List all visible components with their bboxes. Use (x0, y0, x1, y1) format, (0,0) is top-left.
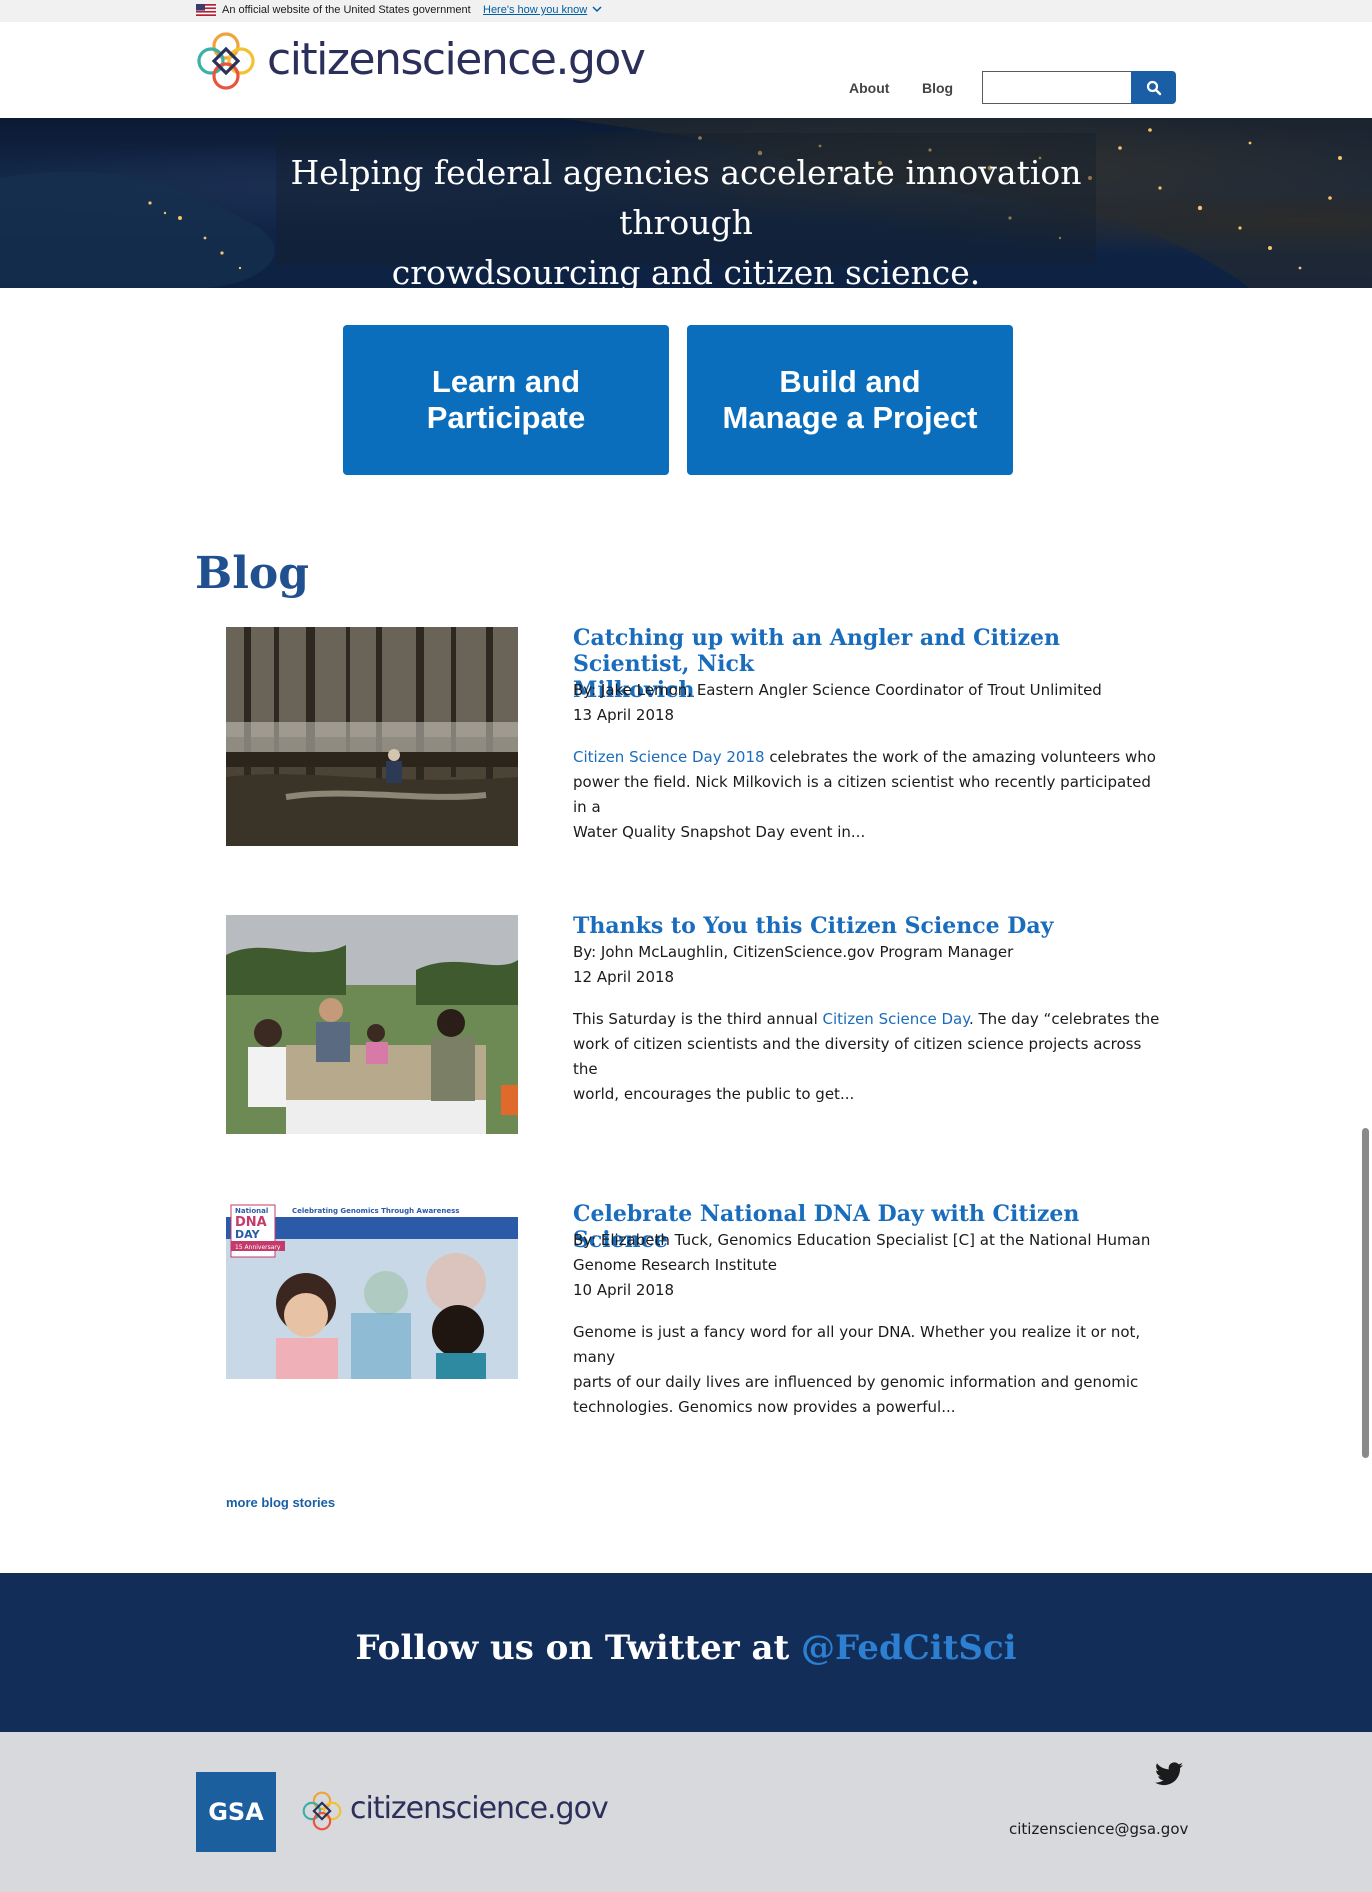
footer-logo-text[interactable]: citizenscience.gov (350, 1791, 609, 1826)
more-blog-stories-link[interactable]: more blog stories (226, 1495, 335, 1510)
post-title-line-1[interactable]: Thanks to You this Citizen Science Day (573, 913, 1153, 939)
us-flag-icon (196, 4, 216, 16)
blog-heading: Blog (195, 548, 310, 599)
twitter-follow-text: Follow us on Twitter at @FedCitSci (0, 1628, 1372, 1668)
excerpt-text: Genome is just a fancy word for all your… (573, 1323, 1141, 1366)
gsa-logo[interactable]: GSA (196, 1772, 276, 1852)
search-input[interactable] (982, 71, 1132, 104)
post-date: 12 April 2018 (573, 968, 675, 986)
post-byline: By: Elizabeth Tuck, Genomics Education S… (573, 1231, 1151, 1249)
learn-button-line-1: Learn and (431, 364, 581, 399)
site-footer: GSA citizenscience.gov citizenscience@gs… (0, 1732, 1372, 1892)
learn-and-participate-button[interactable]: Learn and Participate (343, 325, 669, 475)
chevron-down-icon[interactable] (592, 5, 602, 13)
post-excerpt-thanks: This Saturday is the third annual Citize… (573, 1007, 1163, 1107)
post-excerpt-dna-day: Genome is just a fancy word for all your… (573, 1320, 1163, 1420)
excerpt-text: technologies. Genomics now provides a po… (573, 1398, 956, 1416)
image-banner-text: Celebrating Genomics Through Awareness (292, 1207, 459, 1215)
official-gov-banner: An official website of the United States… (0, 0, 1372, 22)
post-image-thanks[interactable] (226, 915, 518, 1134)
twitter-handle-link[interactable]: @FedCitSci (801, 1628, 1017, 1668)
excerpt-text: This Saturday is the third annual (573, 1010, 823, 1028)
excerpt-text: parts of our daily lives are influenced … (573, 1373, 1139, 1391)
post-image-dna-day[interactable]: National DNA DAY 15 Anniversary Celebrat… (226, 1203, 518, 1379)
post-byline: By: John McLaughlin, CitizenScience.gov … (573, 943, 1014, 961)
citizenscience-logo-icon[interactable] (195, 30, 257, 92)
learn-button-line-2: Participate (426, 400, 586, 435)
site-logo-text[interactable]: citizenscience.gov (267, 34, 646, 86)
excerpt-text: Water Quality Snapshot Day event in... (573, 823, 866, 841)
twitter-follow-band: Follow us on Twitter at @FedCitSci (0, 1573, 1372, 1732)
gsa-logo-text: GSA (208, 1798, 264, 1826)
nav-about[interactable]: About (849, 80, 889, 96)
hero-banner: Helping federal agencies accelerate inno… (0, 118, 1372, 288)
post-image-angler[interactable] (226, 627, 518, 846)
hero-tagline-line-2: crowdsourcing and citizen science. (391, 253, 981, 288)
official-website-text: An official website of the United States… (222, 4, 471, 16)
citizen-science-day-link[interactable]: Citizen Science Day (823, 1010, 969, 1028)
citizen-science-day-2018-link[interactable]: Citizen Science Day 2018 (573, 748, 765, 766)
post-title-line-1[interactable]: Catching up with an Angler and Citizen S… (573, 625, 1153, 677)
post-title-thanks[interactable]: Thanks to You this Citizen Science Day (573, 913, 1153, 939)
post-excerpt-angler: Citizen Science Day 2018 celebrates the … (573, 745, 1163, 845)
excerpt-text: celebrates the work of the amazing volun… (764, 748, 1156, 766)
contact-email-link[interactable]: citizenscience@gsa.gov (1009, 1820, 1188, 1838)
post-date: 13 April 2018 (573, 706, 675, 724)
post-byline: Genome Research Institute (573, 1256, 778, 1274)
post-meta-angler: By: Jake Lemon, Eastern Angler Science C… (573, 678, 1163, 728)
volunteers-field-image (226, 915, 518, 1134)
forest-stream-image (226, 627, 518, 846)
build-and-manage-project-button[interactable]: Build and Manage a Project (687, 325, 1013, 475)
post-meta-dna-day: By: Elizabeth Tuck, Genomics Education S… (573, 1228, 1163, 1303)
page-scrollbar-thumb[interactable] (1362, 1128, 1369, 1458)
search-icon (1146, 80, 1161, 95)
search-button[interactable] (1131, 71, 1176, 104)
post-meta-thanks: By: John McLaughlin, CitizenScience.gov … (573, 940, 1163, 990)
hero-tagline-line-1: Helping federal agencies accelerate inno… (290, 153, 1082, 242)
heres-how-you-know-link[interactable]: Here's how you know (483, 4, 587, 16)
badge-text-national: National (235, 1207, 268, 1215)
build-button-line-1: Build and (779, 364, 921, 399)
excerpt-text: work of citizen scientists and the diver… (573, 1035, 1142, 1078)
excerpt-text: world, encourages the public to get... (573, 1085, 855, 1103)
build-button-line-2: Manage a Project (722, 400, 978, 435)
badge-ribbon-text: 15 Anniversary (235, 1244, 281, 1251)
post-byline: By: Jake Lemon, Eastern Angler Science C… (573, 681, 1102, 699)
dna-day-image: National DNA DAY 15 Anniversary Celebrat… (226, 1203, 518, 1379)
twitter-icon[interactable] (1155, 1762, 1183, 1786)
nav-blog[interactable]: Blog (922, 80, 953, 96)
hero-tagline: Helping federal agencies accelerate inno… (276, 148, 1096, 288)
excerpt-text: power the field. Nick Milkovich is a cit… (573, 773, 1151, 816)
twitter-follow-prefix: Follow us on Twitter at (355, 1628, 802, 1668)
badge-text-day: DAY (235, 1228, 261, 1241)
post-date: 10 April 2018 (573, 1281, 675, 1299)
citizenscience-logo-icon[interactable] (301, 1790, 343, 1832)
excerpt-text: . The day “celebrates the (968, 1010, 1160, 1028)
